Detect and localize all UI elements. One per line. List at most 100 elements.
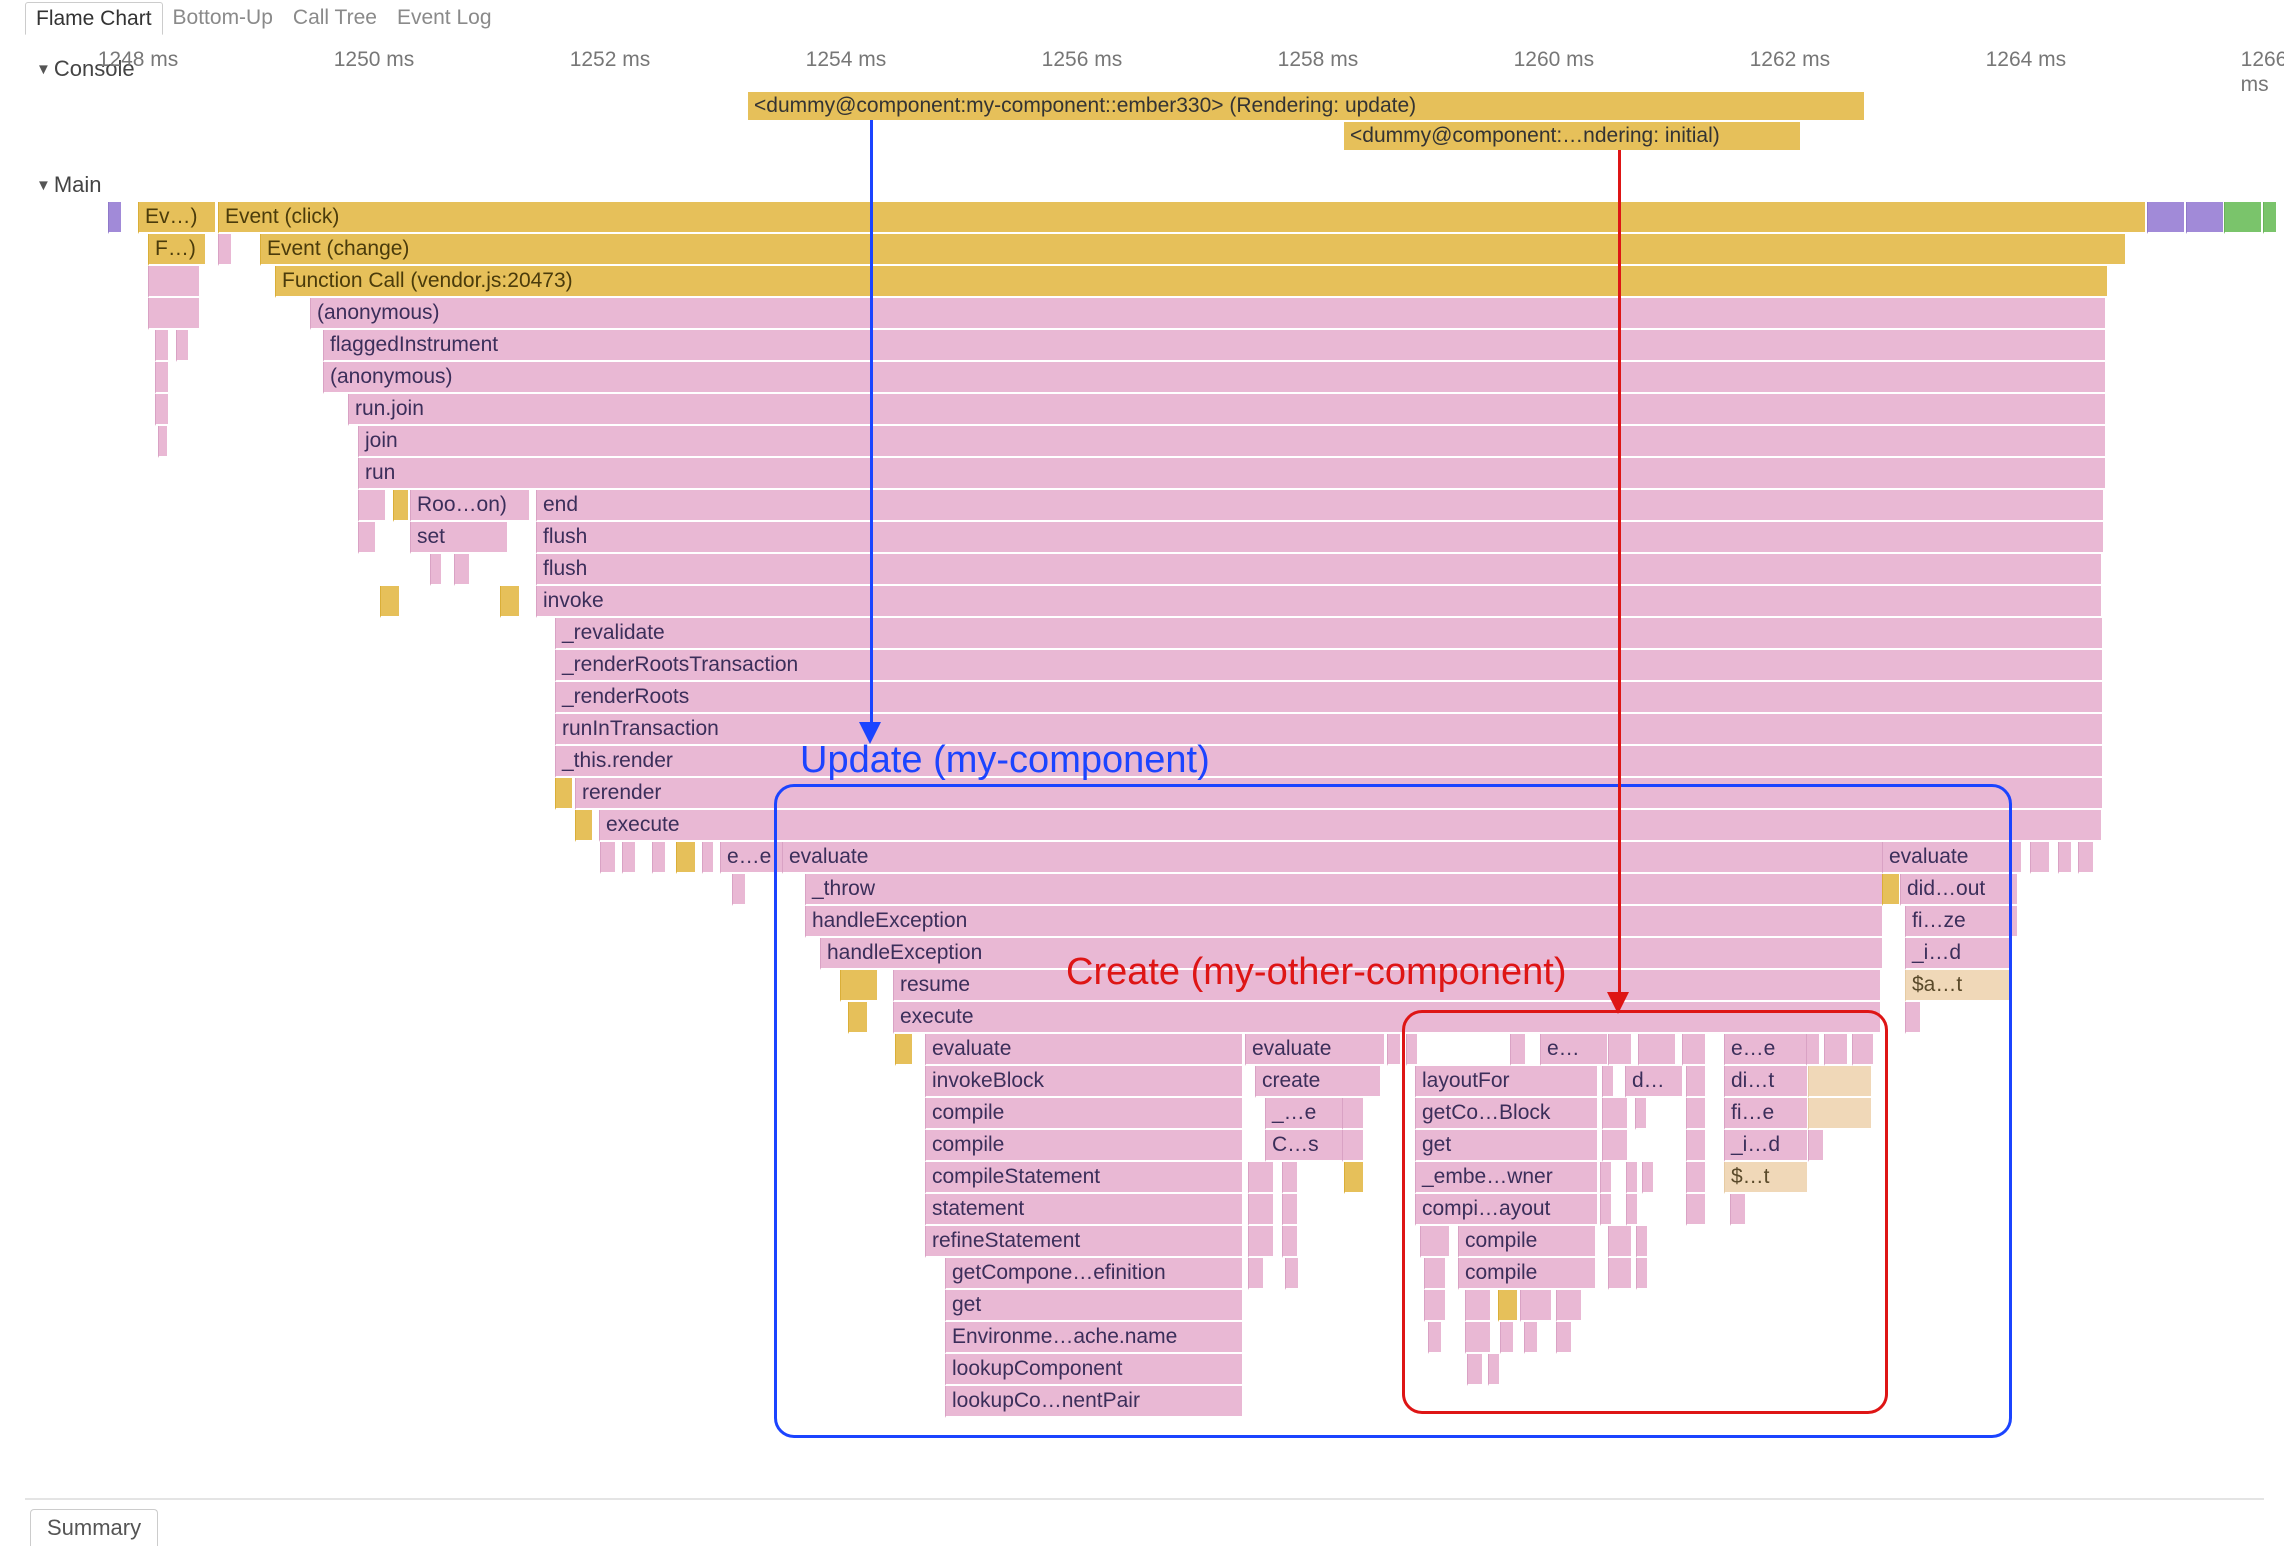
flame-cell[interactable]: lookupComponent: [945, 1354, 1242, 1386]
flame-cell[interactable]: [1282, 1226, 1297, 1258]
flame-cell[interactable]: [1406, 1034, 1417, 1066]
flame-cell[interactable]: evaluate: [925, 1034, 1242, 1066]
flame-cell[interactable]: rerender: [575, 778, 2102, 810]
flame-cell[interactable]: refineStatement: [925, 1226, 1242, 1258]
flame-cell[interactable]: [1808, 1130, 1823, 1162]
flame-cell[interactable]: [1686, 1162, 1705, 1194]
flame-cell[interactable]: [1626, 1162, 1637, 1194]
flame-cell[interactable]: flush: [536, 522, 2103, 554]
flame-cell[interactable]: [176, 330, 188, 362]
flame-cell[interactable]: Ev…): [138, 202, 215, 234]
flame-cell[interactable]: [380, 586, 399, 618]
flame-cell[interactable]: layoutFor: [1415, 1066, 1597, 1098]
flame-cell[interactable]: [1282, 1194, 1297, 1226]
flame-cell[interactable]: [676, 842, 695, 874]
flame-cell[interactable]: _this.render: [555, 746, 2102, 778]
flame-cell[interactable]: [1852, 1034, 1873, 1066]
flame-cell[interactable]: [652, 842, 665, 874]
flame-cell[interactable]: get: [945, 1290, 1242, 1322]
flame-cell[interactable]: compile: [925, 1098, 1242, 1130]
flame-cell[interactable]: [622, 842, 635, 874]
flame-cell[interactable]: [1420, 1226, 1449, 1258]
flame-cell[interactable]: [1498, 1290, 1517, 1322]
time-ruler[interactable]: 1248 ms 1250 ms 1252 ms 1254 ms 1256 ms …: [138, 37, 2264, 71]
flame-cell[interactable]: di…t: [1724, 1066, 1807, 1098]
flame-cell[interactable]: [555, 778, 572, 810]
flame-cell[interactable]: [1248, 1162, 1273, 1194]
flame-cell[interactable]: _renderRootsTransaction: [555, 650, 2102, 682]
flame-cell[interactable]: e…: [1540, 1034, 1607, 1066]
flame-cell[interactable]: [1342, 1098, 1363, 1130]
flame-cell[interactable]: [2186, 202, 2223, 234]
flame-cell[interactable]: Function Call (vendor.js:20473): [275, 266, 2107, 298]
flame-cell[interactable]: [1465, 1322, 1490, 1354]
flame-cell[interactable]: [1686, 1066, 1705, 1098]
flame-cell[interactable]: [2224, 202, 2261, 234]
flame-cell[interactable]: [1344, 1162, 1363, 1194]
flame-cell[interactable]: [1465, 1290, 1490, 1322]
flame-cell[interactable]: compile: [1458, 1226, 1595, 1258]
flame-cell[interactable]: [393, 490, 408, 522]
flame-cell[interactable]: [2010, 842, 2021, 874]
flame-cell[interactable]: (anonymous): [323, 362, 2105, 394]
flame-cell[interactable]: [148, 266, 199, 298]
flame-cell[interactable]: [1686, 1130, 1705, 1162]
flame-cell[interactable]: [1806, 1034, 1819, 1066]
flame-cell[interactable]: [1600, 1162, 1611, 1194]
flame-cell[interactable]: [2058, 842, 2071, 874]
flame-cell[interactable]: [1524, 1322, 1537, 1354]
tab-event-log[interactable]: Event Log: [387, 2, 502, 35]
timing-bar[interactable]: <dummy@component:my-component::ember330>…: [748, 92, 1864, 120]
flame-cell[interactable]: [1602, 1130, 1627, 1162]
flame-cell[interactable]: [1635, 1098, 1646, 1130]
flame-cell[interactable]: getCo…Block: [1415, 1098, 1597, 1130]
flame-cell[interactable]: [1282, 1162, 1297, 1194]
flame-cell[interactable]: compile: [1458, 1258, 1595, 1290]
flame-cell[interactable]: statement: [925, 1194, 1242, 1226]
flame-cell[interactable]: compileStatement: [925, 1162, 1242, 1194]
flame-cell[interactable]: e…e: [1724, 1034, 1807, 1066]
flame-cell[interactable]: [1636, 1258, 1647, 1290]
flame-cell[interactable]: [2030, 842, 2049, 874]
flame-cell[interactable]: $a…t: [1905, 970, 2012, 1002]
flame-cell[interactable]: handleException: [805, 906, 1882, 938]
flame-cell[interactable]: flush: [536, 554, 2101, 586]
flame-cell[interactable]: _i…d: [1724, 1130, 1807, 1162]
flame-cell[interactable]: _…e: [1265, 1098, 1342, 1130]
flame-cell[interactable]: getCompone…efinition: [945, 1258, 1242, 1290]
flame-cell[interactable]: [1500, 1322, 1513, 1354]
tab-bottom-up[interactable]: Bottom-Up: [163, 2, 283, 35]
flame-cell[interactable]: _throw: [805, 874, 1882, 906]
flame-cell[interactable]: [1638, 1034, 1675, 1066]
flame-cell[interactable]: evaluate: [782, 842, 1883, 874]
flame-cell[interactable]: Environme…ache.name: [945, 1322, 1242, 1354]
flame-cell[interactable]: _revalidate: [555, 618, 2102, 650]
flame-cell[interactable]: [1602, 1098, 1627, 1130]
flame-cell[interactable]: [1428, 1322, 1441, 1354]
flame-cell[interactable]: evaluate: [1882, 842, 2011, 874]
tab-summary[interactable]: Summary: [30, 1509, 158, 1546]
flame-cell[interactable]: [1520, 1290, 1551, 1322]
flame-cell[interactable]: [1342, 1130, 1363, 1162]
flame-cell[interactable]: [155, 362, 168, 394]
flame-cell[interactable]: [1636, 1226, 1647, 1258]
flame-cell[interactable]: _i…d: [1905, 938, 2012, 970]
tab-call-tree[interactable]: Call Tree: [283, 2, 387, 35]
flame-cell[interactable]: handleException: [820, 938, 1882, 970]
flame-cell[interactable]: [1730, 1194, 1745, 1226]
flame-cell[interactable]: [2147, 202, 2184, 234]
timing-bar[interactable]: <dummy@component:…ndering: initial): [1344, 122, 1800, 150]
flame-cell[interactable]: [1808, 1066, 1871, 1098]
flame-cell[interactable]: _embe…wner: [1415, 1162, 1597, 1194]
flame-cell[interactable]: compi…ayout: [1415, 1194, 1597, 1226]
flame-cell[interactable]: invoke: [536, 586, 2101, 618]
flame-cell[interactable]: [840, 970, 877, 1002]
flame-cell[interactable]: [1824, 1034, 1847, 1066]
flame-cell[interactable]: F…): [148, 234, 205, 266]
flame-cell[interactable]: [108, 202, 121, 234]
flame-cell[interactable]: [895, 1034, 912, 1066]
flame-cell[interactable]: [1686, 1098, 1705, 1130]
flame-cell[interactable]: join: [358, 426, 2105, 458]
flame-cell[interactable]: [1626, 1194, 1637, 1226]
flame-cell[interactable]: (anonymous): [310, 298, 2105, 330]
